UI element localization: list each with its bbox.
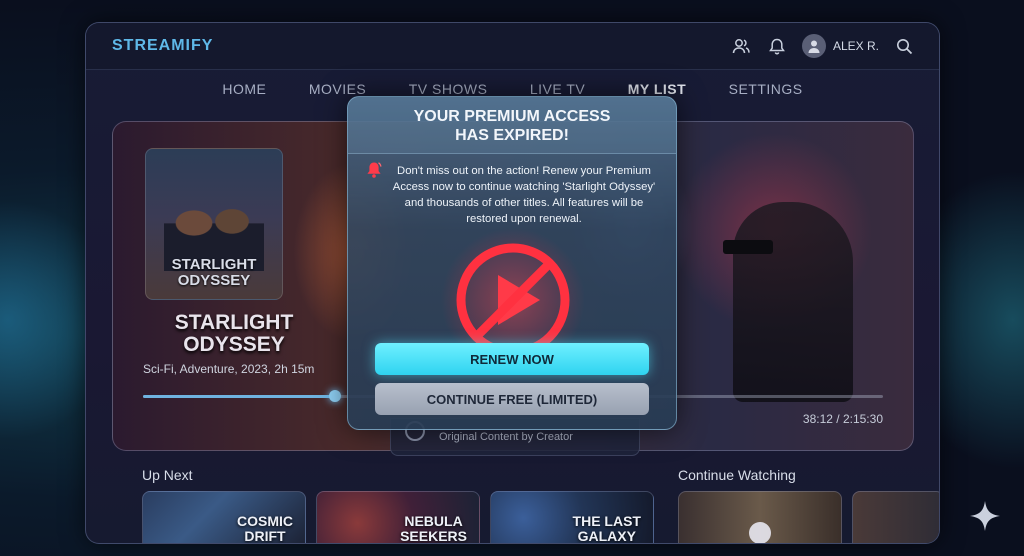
up-next-item[interactable]: COSMIC DRIFT xyxy=(142,491,306,544)
continue-free-button[interactable]: CONTINUE FREE (LIMITED) xyxy=(375,383,649,415)
search-icon[interactable] xyxy=(893,35,915,57)
poster-title: STARLIGHT ODYSSEY xyxy=(171,256,257,289)
dialog-message: Don't miss out on the action! Renew your… xyxy=(392,165,656,225)
creator-card-text: Original Content by Creator xyxy=(439,431,573,443)
nav-item-movies[interactable]: MOVIES xyxy=(309,81,366,97)
dialog-header: YOUR PREMIUM ACCESS HAS EXPIRED! xyxy=(348,97,676,154)
brand-logo[interactable]: STREAMIFY xyxy=(112,37,213,55)
people-icon[interactable] xyxy=(730,35,752,57)
play-icon[interactable] xyxy=(749,522,771,543)
up-next-title: Up Next xyxy=(142,467,193,483)
hero-prop-image xyxy=(723,240,773,254)
nav-item-live-tv[interactable]: LIVE TV xyxy=(530,81,585,97)
nav-item-settings[interactable]: SETTINGS xyxy=(729,81,803,97)
alert-bell-icon xyxy=(366,161,382,184)
movie-poster[interactable]: STARLIGHT ODYSSEY xyxy=(145,148,283,300)
user-name: ALEX R. xyxy=(832,39,879,53)
up-next-item[interactable]: THE LAST GALAXY xyxy=(490,491,654,544)
user-menu[interactable]: ALEX R. xyxy=(801,34,879,58)
continue-watching-title: Continue Watching xyxy=(678,467,796,483)
renew-now-button[interactable]: RENEW NOW xyxy=(375,343,649,375)
sparkle-icon xyxy=(968,499,1002,538)
nav-item-home[interactable]: HOME xyxy=(222,81,266,97)
dialog-title: YOUR PREMIUM ACCESS HAS EXPIRED! xyxy=(413,108,611,144)
continue-watching-item[interactable] xyxy=(678,491,842,543)
playback-time: 38:12 / 2:15:30 xyxy=(802,412,883,426)
top-bar: STREAMIFY ALEX R. xyxy=(86,23,939,70)
bell-icon[interactable] xyxy=(766,35,788,57)
playback-progress-fill xyxy=(143,395,336,398)
hero-title: STARLIGHT ODYSSEY xyxy=(174,311,294,356)
continue-watching-item[interactable] xyxy=(852,491,939,543)
hero-meta: Sci-Fi, Adventure, 2023, 2h 15m xyxy=(143,362,315,376)
up-next-item[interactable]: NEBULA SEEKERS xyxy=(316,491,480,544)
top-icons: ALEX R. xyxy=(730,33,915,59)
up-next-item-title: COSMIC DRIFT xyxy=(237,513,293,544)
avatar-icon xyxy=(801,34,826,58)
up-next-item-title: NEBULA SEEKERS xyxy=(400,513,467,544)
nav-item-my-list[interactable]: MY LIST xyxy=(628,81,686,97)
premium-expired-dialog: YOUR PREMIUM ACCESS HAS EXPIRED! Don't m… xyxy=(347,96,677,430)
playback-scrubber-handle[interactable] xyxy=(329,390,342,402)
up-next-item-title: THE LAST GALAXY xyxy=(572,513,641,544)
hero-character-image xyxy=(733,202,853,402)
nav-item-tv-shows[interactable]: TV SHOWS xyxy=(409,81,488,97)
